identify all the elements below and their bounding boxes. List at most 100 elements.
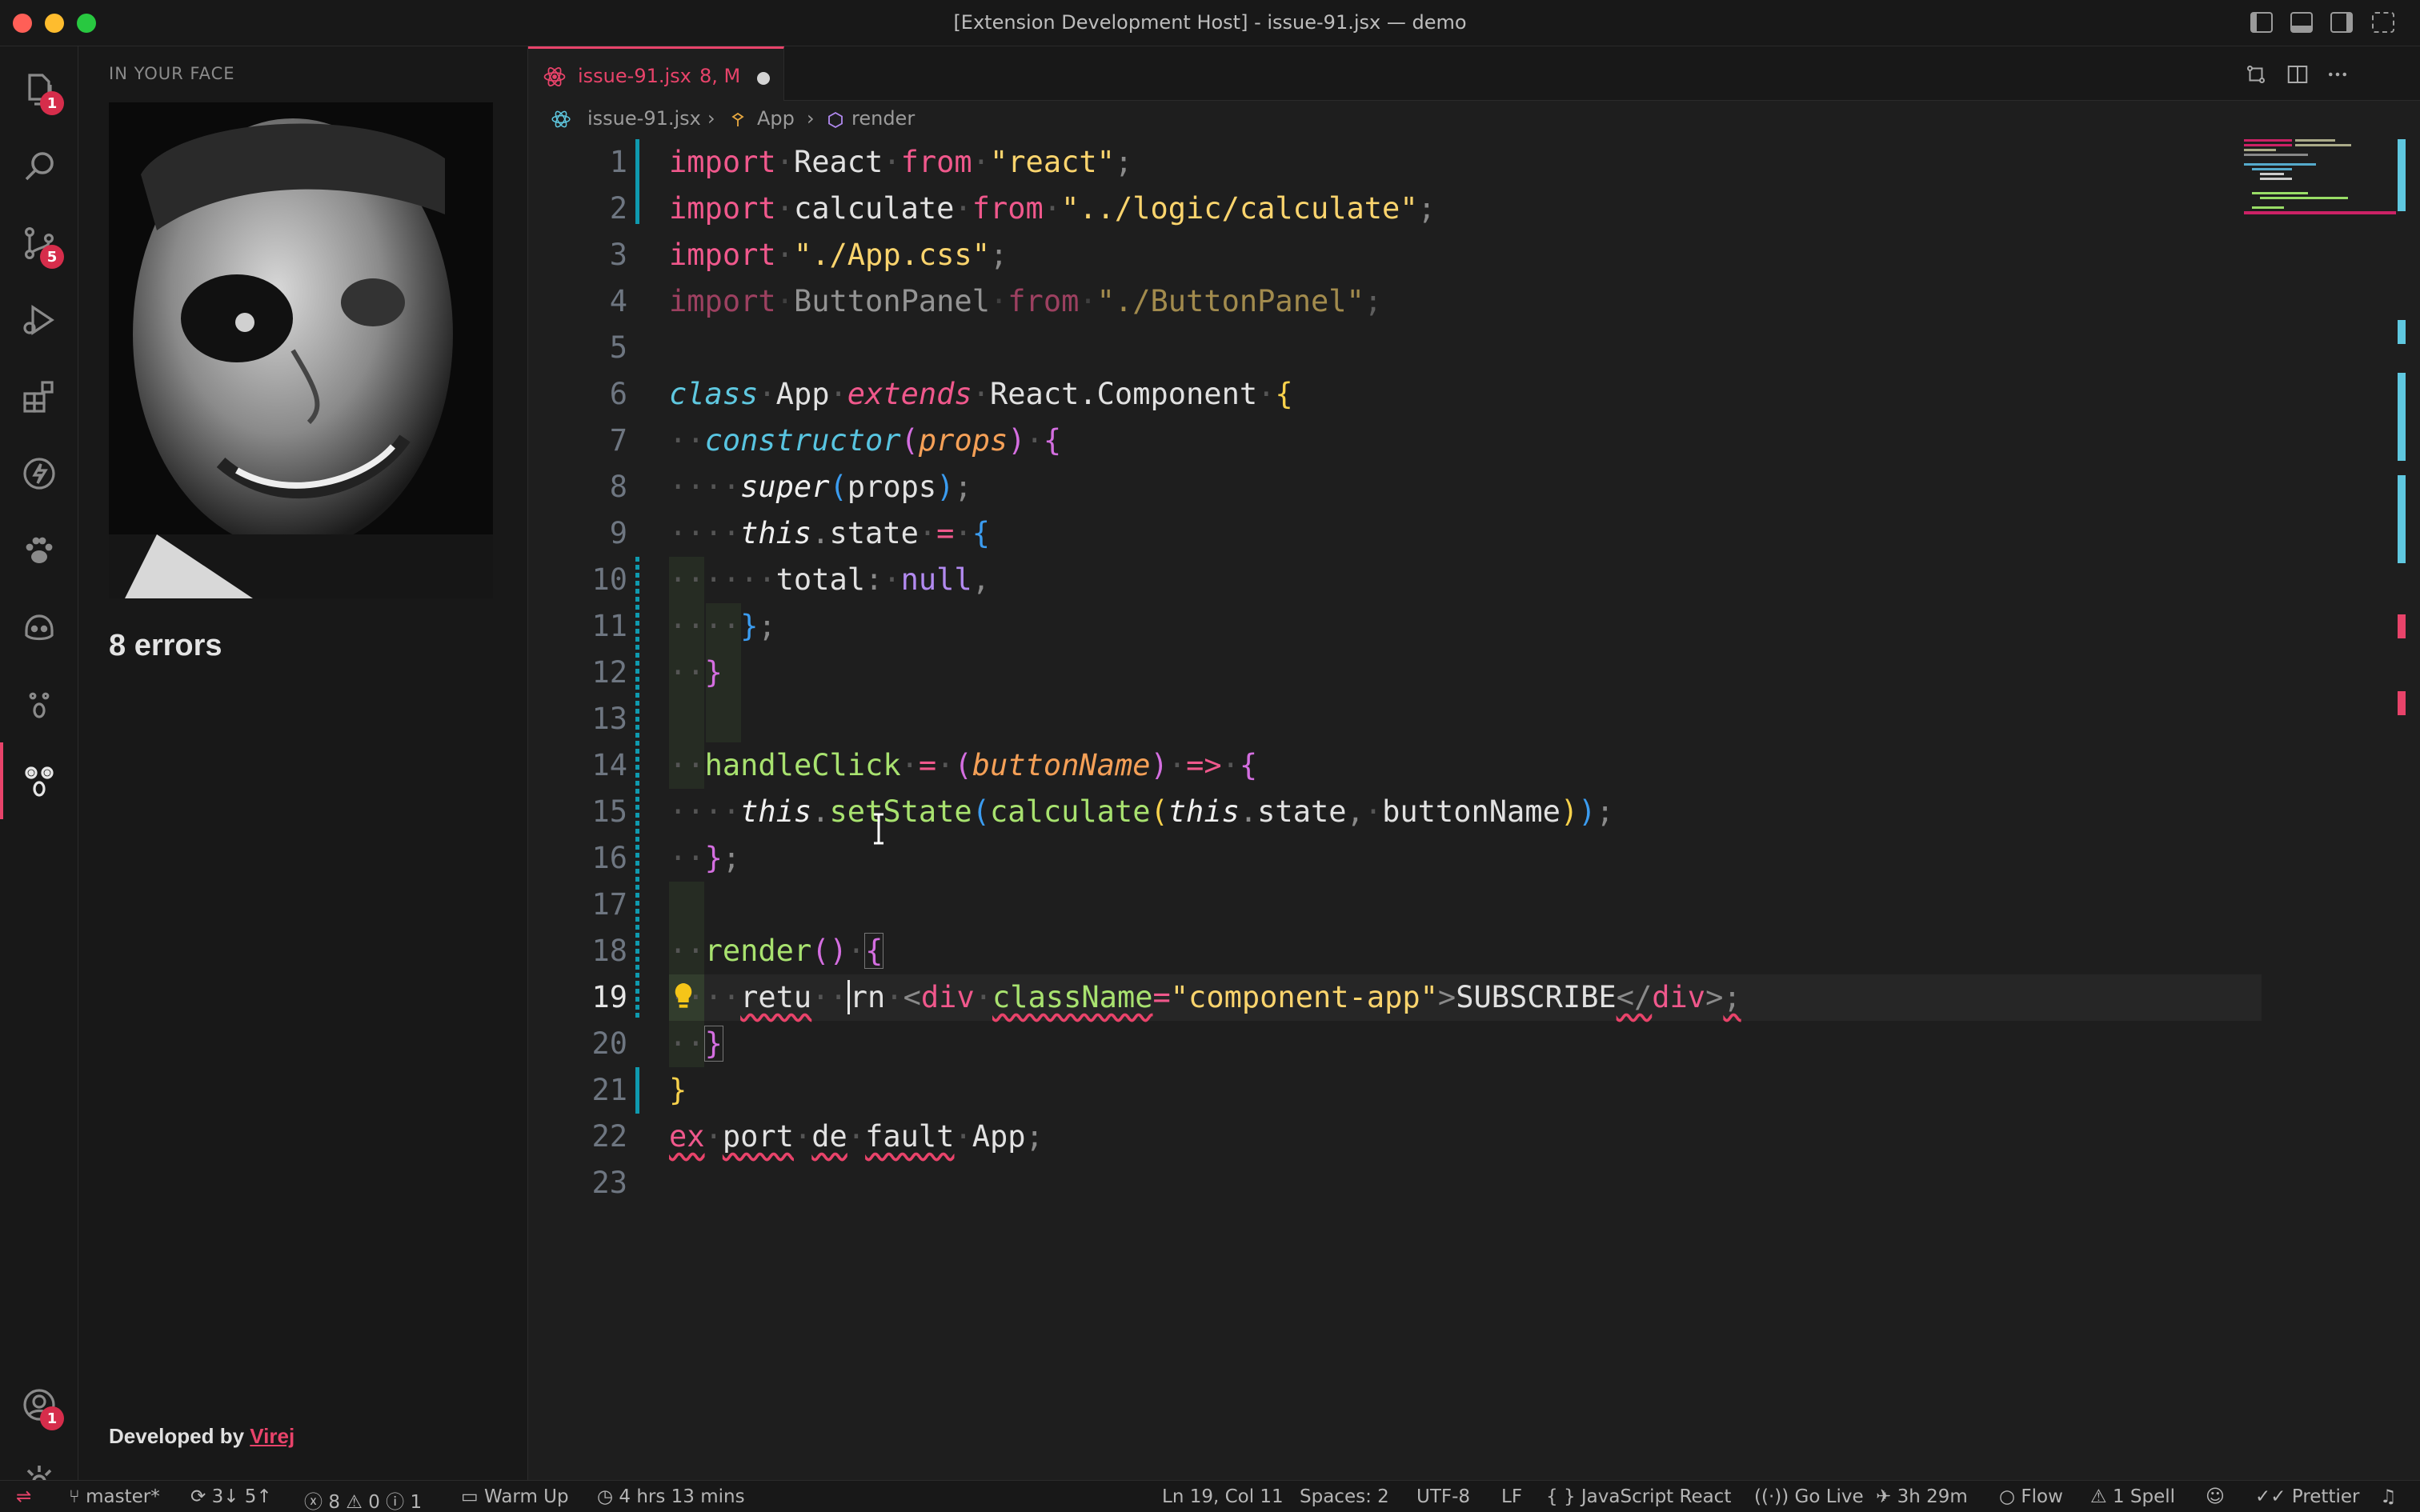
code-line[interactable]: import·calculate·from·"../logic/calculat… (669, 186, 1436, 232)
overview-error-marker (2398, 691, 2406, 715)
code-line[interactable]: ··} (669, 1021, 723, 1067)
toggle-secondary-sidebar-icon[interactable] (2330, 12, 2353, 33)
language-mode[interactable]: { } JavaScript React (1546, 1486, 1731, 1507)
code-line[interactable]: ····this.setState(calculate(this.state,·… (669, 789, 1614, 835)
minimap[interactable] (2244, 139, 2420, 299)
code-editor[interactable]: 1 2 3 4 5 6 7 8 9 10 11 12 13 14 15 16 1… (528, 139, 2420, 1480)
breadcrumb-method[interactable]: render (851, 107, 915, 130)
spell-item[interactable]: ⚠ 1 Spell (2090, 1486, 2175, 1507)
line-number: 21 (591, 1073, 627, 1107)
time-tracked: 4 hrs 13 mins (619, 1486, 745, 1507)
prettier-item[interactable]: ✓✓ Prettier (2255, 1486, 2359, 1507)
activity-run-debug[interactable] (0, 282, 78, 358)
info-count-status: 1 (410, 1492, 423, 1512)
toggle-panel-icon[interactable] (2290, 12, 2313, 33)
window-title: [Extension Development Host] - issue-91.… (953, 11, 1467, 34)
open-changes-icon[interactable] (2244, 62, 2268, 86)
activity-explorer[interactable]: 1 (0, 51, 78, 128)
activity-source-control[interactable]: 5 (0, 205, 78, 282)
flow-item[interactable]: ○ Flow (1999, 1486, 2063, 1507)
class-icon (731, 112, 744, 126)
paw-icon (26, 537, 53, 563)
tab-issue-91[interactable]: issue-91.jsx 8, M (528, 46, 784, 101)
in-your-face-panel: IN YOUR FACE 8 errors Developed by Virej (78, 46, 528, 1480)
remote-icon[interactable]: ⇌ (16, 1486, 31, 1507)
lightning-icon (23, 458, 55, 490)
code-line[interactable]: import·"./App.css"; (669, 232, 1008, 278)
split-editor-icon[interactable] (2286, 62, 2310, 86)
line-number: 1 (609, 145, 627, 179)
code-line[interactable]: ····retu··rn·<div·className="component-a… (669, 974, 1741, 1021)
code-line[interactable]: ····super(props); (669, 464, 972, 510)
code-line[interactable]: ··render()·{ (669, 928, 884, 974)
developer-link[interactable]: Virej (250, 1424, 294, 1448)
code-line[interactable]: } (669, 1067, 687, 1114)
code-line[interactable]: ··}; (669, 835, 740, 882)
line-number: 2 (609, 191, 627, 226)
activity-copilot[interactable] (0, 589, 78, 666)
activity-accounts[interactable]: 1 (0, 1366, 78, 1443)
breadcrumb: issue-91.jsx › App › render (528, 101, 2420, 139)
code-line[interactable]: ····}; (669, 603, 776, 650)
code-line[interactable]: import·ButtonPanel·from·"./ButtonPanel"; (669, 278, 1382, 325)
session-time: 3h 29m (1897, 1486, 1968, 1507)
overview-ruler[interactable] (2398, 139, 2406, 899)
customize-layout-icon[interactable] (2372, 12, 2394, 33)
end-of-line[interactable]: LF (1501, 1486, 1522, 1507)
cursor-position[interactable]: Ln 19, Col 11 (1162, 1486, 1284, 1507)
session-timer[interactable]: ✈ 3h 29m (1876, 1486, 1968, 1507)
activity-paw[interactable] (0, 512, 78, 589)
breadcrumb-file[interactable]: issue-91.jsx (587, 107, 701, 130)
flow-label: Flow (2021, 1486, 2063, 1507)
lightbulb-icon[interactable] (671, 981, 696, 1011)
code-line[interactable]: class·App·extends·React.Component·{ (669, 371, 1293, 418)
line-number: 14 (591, 748, 627, 782)
face-image (109, 102, 493, 598)
code-line[interactable]: ····this.state·=·{ (669, 510, 990, 557)
go-live-button[interactable]: ((·)) Go Live (1754, 1486, 1864, 1507)
notifications-bell-icon[interactable]: ♫ (2380, 1486, 2397, 1507)
tab-status: 8, M (699, 65, 741, 87)
indentation[interactable]: Spaces: 2 (1300, 1486, 1389, 1507)
unsaved-dot-icon[interactable] (757, 72, 770, 85)
code-line[interactable]: ··} (669, 650, 723, 696)
developer-credit: Developed by Virej (109, 1424, 294, 1449)
line-number: 18 (591, 934, 627, 968)
code-line[interactable]: ······total:·null, (669, 557, 990, 603)
overview-marker (2398, 475, 2406, 563)
toggle-primary-sidebar-icon[interactable] (2250, 12, 2273, 33)
gutter-change-marker (635, 139, 639, 224)
activity-lightning[interactable] (0, 435, 78, 512)
panel-title: IN YOUR FACE (109, 64, 235, 83)
gutter-change-marker (635, 1067, 639, 1114)
code-line[interactable]: import·React·from·"react"; (669, 139, 1132, 186)
sync-counts: 3↓ 5↑ (211, 1486, 272, 1507)
activity-extensions[interactable] (0, 358, 78, 435)
time-tracker-item[interactable]: ◷ 4 hrs 13 mins (597, 1486, 745, 1507)
warm-up-item[interactable]: ▭ Warm Up (461, 1486, 569, 1507)
line-number: 15 (591, 794, 627, 829)
code-line[interactable]: ··constructor(props)·{ (669, 418, 1061, 464)
activity-search[interactable] (0, 128, 78, 205)
activity-in-your-face[interactable] (0, 742, 78, 819)
line-number: 8 (609, 470, 627, 504)
breadcrumb-class[interactable]: App (757, 107, 795, 130)
branch-indicator[interactable]: ⑂ master* (69, 1486, 160, 1507)
line-number: 3 (609, 238, 627, 272)
sync-indicator[interactable]: ⟳ 3↓ 5↑ (190, 1486, 272, 1507)
accounts-badge: 1 (40, 1406, 64, 1430)
problems-indicator[interactable]: ⓧ 8 ⚠ 0 ⓘ 1 (304, 1486, 422, 1512)
line-number: 17 (591, 887, 627, 922)
editor-tabs: issue-91.jsx 8, M (528, 46, 2420, 101)
spell-label: 1 Spell (2112, 1486, 2176, 1507)
copilot-icon (25, 614, 54, 641)
file-encoding[interactable]: UTF-8 (1416, 1486, 1470, 1507)
more-actions-icon[interactable] (2326, 62, 2350, 86)
code-line[interactable]: ··handleClick·=·(buttonName)·=>·{ (669, 742, 1257, 789)
error-count: 8 errors (109, 629, 222, 662)
line-number: 22 (591, 1119, 627, 1154)
code-line[interactable]: ex·port·de·fault·App; (669, 1114, 1044, 1160)
activity-face[interactable] (0, 666, 78, 742)
copilot-status-icon[interactable]: ☺ (2206, 1486, 2225, 1507)
line-number: 7 (609, 423, 627, 458)
